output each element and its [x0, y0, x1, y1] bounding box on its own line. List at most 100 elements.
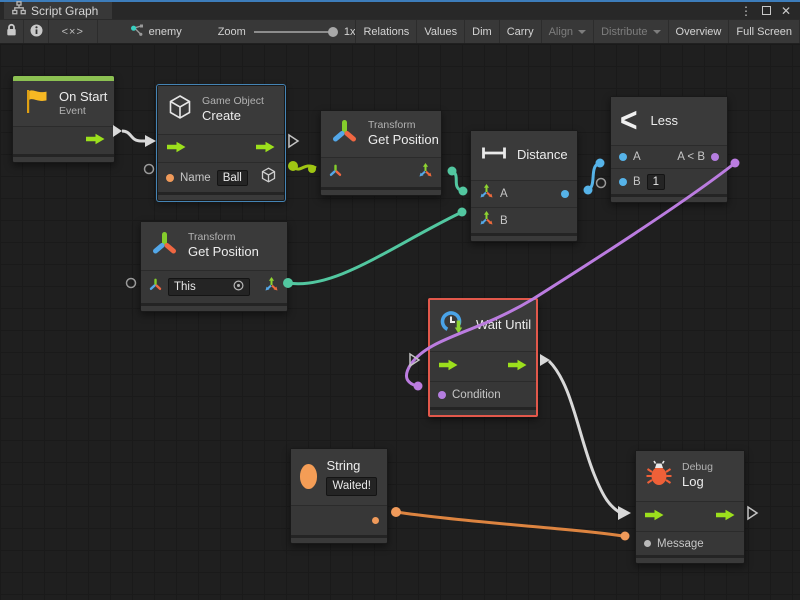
port-a-label: A — [633, 151, 641, 163]
maximize-icon[interactable] — [758, 3, 774, 18]
graph-icon — [130, 23, 144, 40]
transform-input-port[interactable] — [149, 278, 162, 296]
name-port-label: Name — [180, 172, 211, 184]
number-input-b-port[interactable] — [619, 178, 627, 186]
flow-in-indicator-waituntil[interactable] — [410, 354, 419, 366]
flow-out-port[interactable] — [255, 140, 276, 158]
relations-button[interactable]: Relations — [355, 20, 417, 43]
toolbar-buttons: Relations Values Dim Carry Align Distrib… — [355, 20, 800, 43]
wire-waituntil-to-debuglog — [540, 354, 631, 520]
node-footer — [430, 407, 536, 415]
target-field[interactable]: This — [168, 278, 250, 296]
node-debug-log[interactable]: Debug Log Message — [635, 450, 745, 564]
info-button[interactable] — [24, 20, 48, 43]
string-input-port[interactable] — [166, 174, 174, 182]
node-title: Get Position — [188, 244, 259, 260]
string-value-field[interactable]: Waited! — [326, 477, 377, 495]
less-icon: < — [620, 106, 638, 136]
values-button[interactable]: Values — [417, 20, 465, 43]
default-value-indicator-getposition[interactable] — [127, 279, 136, 288]
node-subtitle: Event — [59, 105, 107, 118]
transform-input-port[interactable] — [329, 164, 342, 182]
lock-button[interactable] — [0, 20, 24, 43]
flow-in-port[interactable] — [644, 508, 665, 526]
flow-out-indicator-debuglog[interactable] — [748, 507, 757, 519]
window-menu-icon[interactable]: ⋮ — [738, 3, 754, 18]
node-on-start[interactable]: On Start Event — [12, 75, 115, 163]
overview-button[interactable]: Overview — [669, 20, 730, 43]
code-view-button[interactable]: <×> — [49, 20, 98, 43]
default-value-indicator-create[interactable] — [145, 165, 154, 174]
vector3-output-port[interactable] — [264, 277, 279, 297]
node-footer — [291, 535, 387, 543]
graph-canvas[interactable]: On Start Event — [0, 44, 800, 600]
name-value-field[interactable]: Ball — [217, 170, 248, 186]
wire-getposition-to-distance-b — [283, 208, 467, 289]
carry-button[interactable]: Carry — [500, 20, 542, 43]
condition-label: Condition — [452, 389, 501, 401]
bool-output-port[interactable] — [711, 153, 719, 161]
graph-reference[interactable]: enemy — [120, 20, 192, 43]
node-footer — [611, 194, 727, 202]
number-input-a-port[interactable] — [619, 153, 627, 161]
vector3-input-a-port[interactable] — [479, 184, 494, 204]
string-output-port[interactable] — [372, 517, 379, 524]
condition-input-port[interactable] — [438, 391, 446, 399]
flow-out-port[interactable] — [85, 132, 106, 150]
hierarchy-icon — [12, 1, 26, 20]
zoom-value: 1x — [344, 26, 356, 38]
vector3-input-b-port[interactable] — [479, 211, 494, 231]
distribute-dropdown[interactable]: Distribute — [594, 20, 668, 43]
flag-icon — [22, 87, 50, 120]
node-get-position-top[interactable]: Transform Get Position — [320, 110, 442, 196]
b-value-field[interactable]: 1 — [647, 174, 665, 190]
flow-out-port[interactable] — [715, 508, 736, 526]
flow-in-port[interactable] — [438, 358, 459, 376]
node-string[interactable]: String Waited! — [290, 448, 388, 544]
number-output-port[interactable] — [561, 190, 569, 198]
node-category: Game Object — [202, 95, 264, 108]
node-footer — [141, 303, 287, 311]
node-category: Transform — [368, 119, 439, 132]
node-less[interactable]: < Less A A < B B 1 — [610, 96, 728, 203]
string-icon — [300, 464, 317, 489]
object-picker-icon[interactable] — [233, 280, 244, 294]
close-icon[interactable]: ✕ — [778, 3, 794, 18]
zoom-slider[interactable] — [254, 31, 336, 33]
window-controls: ⋮ ✕ — [738, 3, 800, 18]
message-input-port[interactable] — [644, 540, 651, 547]
port-b-label: B — [500, 215, 508, 227]
bug-icon — [645, 459, 673, 493]
node-title: Wait Until — [476, 317, 531, 333]
lock-icon — [5, 23, 18, 40]
node-title: Get Position — [368, 132, 439, 148]
vector3-output-port[interactable] — [418, 163, 433, 183]
node-get-position-bottom[interactable]: Transform Get Position This — [140, 221, 288, 312]
cube-icon — [167, 94, 193, 126]
zoom-slider-handle[interactable] — [328, 27, 338, 37]
node-footer — [158, 192, 284, 200]
node-create-game-object[interactable]: Game Object Create Name Ball — [157, 85, 285, 201]
node-title: On Start — [59, 89, 107, 105]
default-value-indicator-less-b[interactable] — [597, 179, 606, 188]
target-value: This — [174, 281, 196, 293]
chevron-down-icon — [653, 30, 661, 34]
transform-icon — [150, 230, 179, 262]
flow-out-port[interactable] — [507, 358, 528, 376]
tab-script-graph[interactable]: Script Graph — [4, 2, 112, 19]
node-distance[interactable]: Distance A — [470, 130, 578, 242]
fullscreen-button[interactable]: Full Screen — [729, 20, 800, 43]
node-footer — [471, 233, 577, 241]
node-wait-until[interactable]: Wait Until Condition — [428, 298, 538, 417]
node-title: String — [326, 458, 377, 474]
tab-title: Script Graph — [31, 4, 98, 18]
transform-icon — [330, 118, 359, 150]
node-title: Log — [682, 474, 713, 490]
game-object-out-port[interactable] — [261, 167, 276, 188]
flow-in-port[interactable] — [166, 140, 187, 158]
wire-create-to-getposition — [288, 161, 316, 173]
flow-out-indicator-create[interactable] — [289, 135, 298, 147]
align-dropdown[interactable]: Align — [542, 20, 594, 43]
title-bar: Script Graph ⋮ ✕ — [0, 2, 800, 19]
dim-button[interactable]: Dim — [465, 20, 500, 43]
